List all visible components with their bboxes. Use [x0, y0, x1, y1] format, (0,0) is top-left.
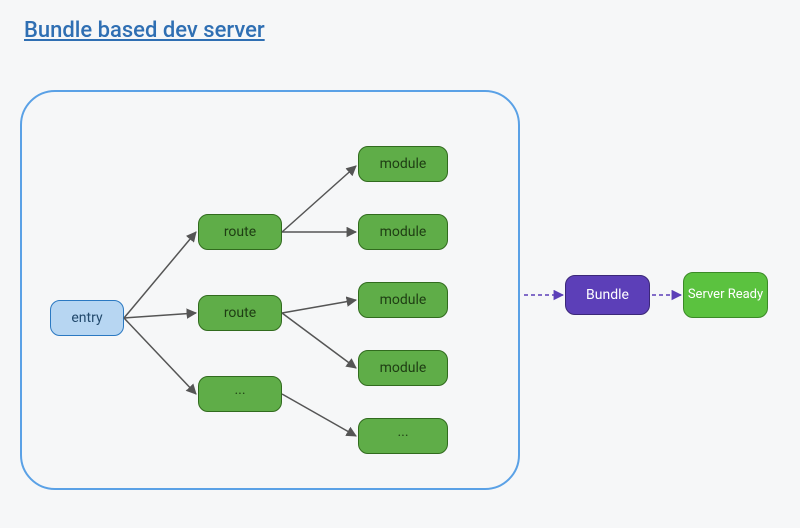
module-label: module [380, 292, 427, 309]
entry-label: entry [71, 310, 102, 327]
module-node-1: module [358, 146, 448, 182]
entry-node: entry [50, 300, 124, 336]
bundle-label: Bundle [586, 287, 629, 304]
module-node-3: module [358, 282, 448, 318]
module-label: module [380, 360, 427, 377]
diagram-title: Bundle based dev server [24, 18, 265, 43]
route-label: route [224, 305, 256, 322]
bundle-node: Bundle [565, 275, 650, 315]
module-node-ellipsis: ··· [358, 418, 448, 454]
route-node-2: route [198, 295, 282, 331]
server-ready-label: Server Ready [688, 287, 763, 303]
route-node-ellipsis: ··· [198, 376, 282, 412]
module-node-2: module [358, 214, 448, 250]
module-label: ··· [398, 428, 409, 445]
route-label: route [224, 224, 256, 241]
route-label: ··· [235, 386, 246, 403]
diagram-stage: Bundle based dev server entry route rout… [0, 0, 800, 528]
route-node-1: route [198, 214, 282, 250]
server-ready-node: Server Ready [683, 272, 768, 318]
module-label: module [380, 224, 427, 241]
module-node-4: module [358, 350, 448, 386]
module-label: module [380, 156, 427, 173]
